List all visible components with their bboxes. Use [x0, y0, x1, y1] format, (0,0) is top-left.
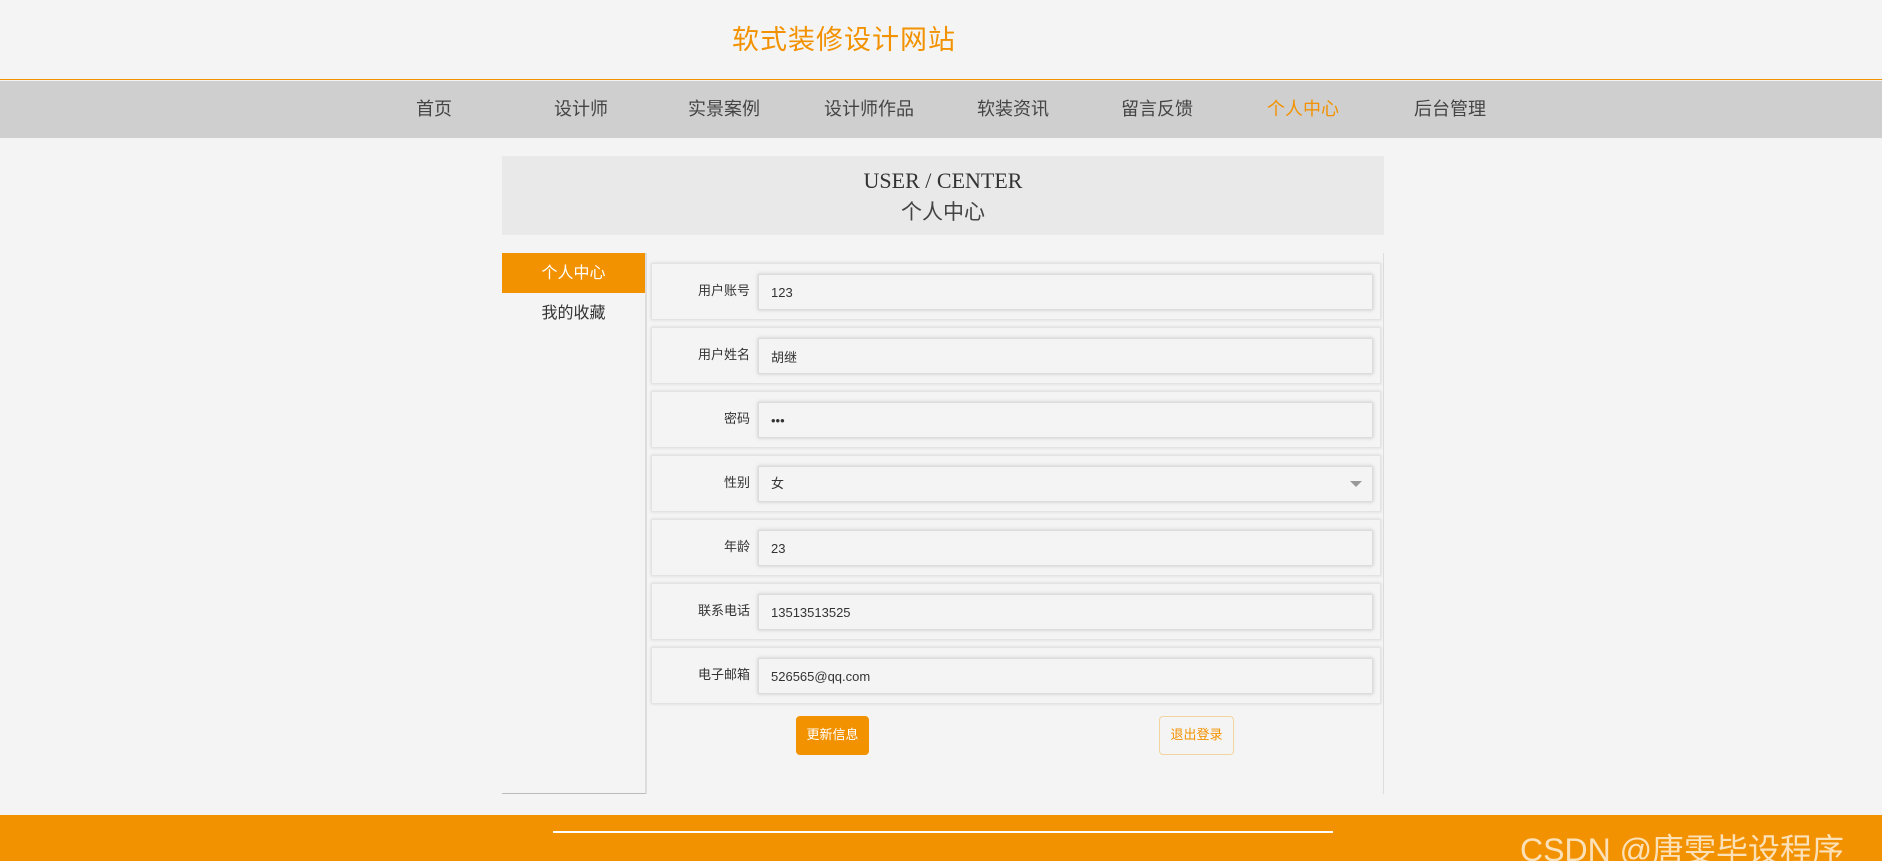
nav-admin[interactable]: 后台管理	[1414, 81, 1486, 138]
email-label: 电子邮箱	[697, 668, 750, 683]
update-info-button[interactable]: 更新信息	[796, 716, 869, 755]
banner-title-cn: 个人中心	[901, 200, 985, 224]
form-row-account: 用户账号	[651, 263, 1381, 320]
nav-home[interactable]: 首页	[416, 81, 452, 138]
account-input[interactable]	[758, 274, 1373, 310]
nav-news[interactable]: 软装资讯	[977, 81, 1049, 138]
age-label: 年龄	[723, 540, 750, 555]
profile-form: 用户账号 用户姓名 密码 性别 女 年龄 联系电话 电子邮箱	[646, 253, 1384, 794]
form-row-gender: 性别 女	[651, 455, 1381, 512]
logout-button[interactable]: 退出登录	[1159, 716, 1234, 755]
csdn-watermark: CSDN @唐雯毕设程序	[1520, 832, 1845, 861]
nav-designers[interactable]: 设计师	[554, 81, 608, 138]
account-label: 用户账号	[697, 284, 750, 299]
user-center-banner: USER / CENTER 个人中心	[502, 156, 1384, 235]
form-row-password: 密码	[651, 391, 1381, 448]
form-row-name: 用户姓名	[651, 327, 1381, 384]
email-input[interactable]	[758, 658, 1373, 694]
name-label: 用户姓名	[697, 348, 750, 363]
site-header: 软式装修设计网站	[0, 0, 1882, 80]
age-input[interactable]	[758, 530, 1373, 566]
main-nav: 首页 设计师 实景案例 设计师作品 软装资讯 留言反馈 个人中心 后台管理	[0, 81, 1882, 138]
form-row-age: 年龄	[651, 519, 1381, 576]
phone-input[interactable]	[758, 594, 1373, 630]
nav-designer-works[interactable]: 设计师作品	[824, 81, 914, 138]
nav-real-cases[interactable]: 实景案例	[688, 81, 760, 138]
password-input[interactable]	[758, 402, 1373, 438]
nav-user-center[interactable]: 个人中心	[1267, 81, 1339, 138]
user-sidebar: 个人中心 我的收藏	[502, 253, 646, 794]
gender-label: 性别	[723, 476, 750, 491]
phone-label: 联系电话	[697, 604, 750, 619]
form-row-phone: 联系电话	[651, 583, 1381, 640]
site-title: 软式装修设计网站	[732, 25, 956, 56]
name-input[interactable]	[758, 338, 1373, 374]
sidebar-item-user-center[interactable]: 个人中心	[502, 253, 645, 293]
form-row-email: 电子邮箱	[651, 647, 1381, 704]
gender-select[interactable]: 女	[758, 466, 1373, 502]
nav-feedback[interactable]: 留言反馈	[1121, 81, 1193, 138]
chevron-down-icon	[1350, 481, 1362, 487]
password-label: 密码	[723, 412, 750, 427]
sidebar-item-favorites[interactable]: 我的收藏	[502, 293, 645, 333]
banner-title-en: USER / CENTER	[863, 168, 1023, 193]
gender-value: 女	[771, 476, 785, 491]
footer-divider	[553, 831, 1333, 833]
site-footer: CSDN @唐雯毕设程序	[0, 815, 1882, 861]
